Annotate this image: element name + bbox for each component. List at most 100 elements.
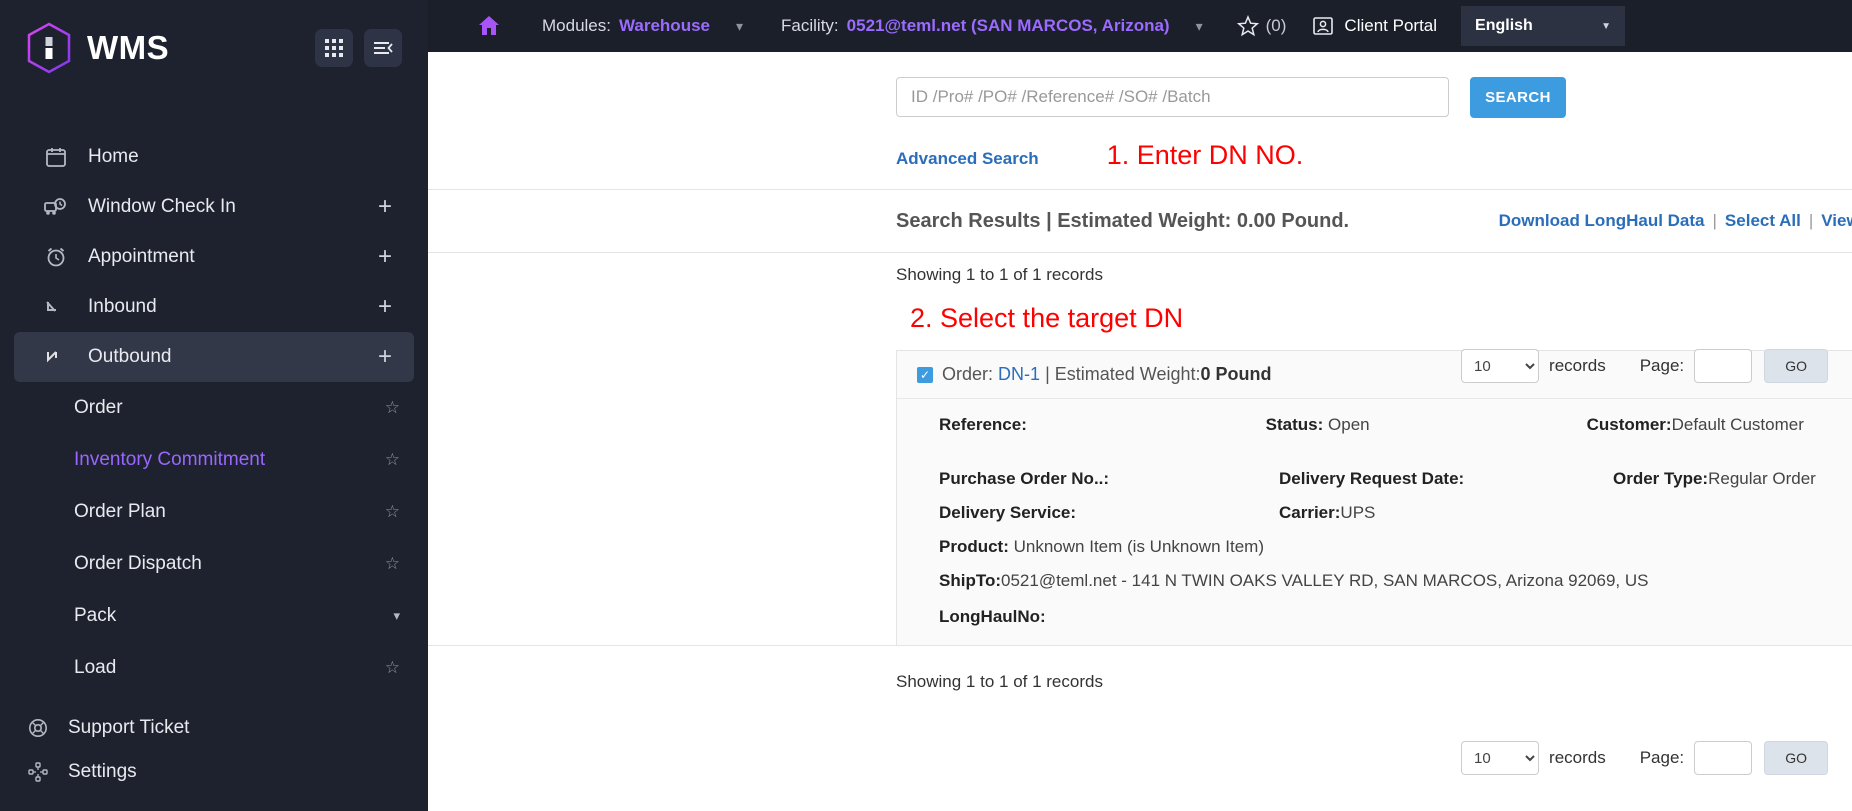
status-value: Open [1328,415,1370,434]
order-number-link[interactable]: DN-1 [998,364,1040,384]
favorite-star-icon[interactable]: ☆ [385,658,400,678]
purchase-order-label: Purchase Order No..: [939,469,1110,488]
sidebar-item-inbound[interactable]: Inbound + [14,282,414,332]
advanced-search-link[interactable]: Advanced Search [896,149,1039,169]
order-summary: Order: DN-1 | Estimated Weight:0 Pound [942,364,1271,385]
order-type-value: Regular Order [1708,469,1816,488]
lifebuoy-icon [24,718,52,738]
results-bar: Search Results | Estimated Weight: 0.00 … [428,190,1852,252]
page-input[interactable] [1694,349,1753,383]
expand-plus-icon[interactable]: + [378,345,392,369]
carrier-label: Carrier: [1279,503,1341,522]
search-input[interactable] [896,77,1449,117]
divider [428,645,1852,646]
page-input[interactable] [1694,741,1753,775]
records-label: records [1549,748,1606,767]
go-button[interactable]: GO [1764,349,1829,383]
settings-nodes-icon [24,762,52,782]
reference-field: Reference: [939,415,1266,455]
shipto-field: ShipTo:0521@teml.net - 141 N TWIN OAKS V… [939,571,1648,591]
sidebar-subitem-load[interactable]: Load ☆ [0,642,428,694]
go-button[interactable]: GO [1764,741,1829,775]
sidebar-item-outbound[interactable]: Outbound + [14,332,414,382]
sidebar-item-label: Support Ticket [68,717,190,738]
collapse-menu-icon[interactable] [364,29,402,67]
sidebar-item-label: Window Check In [88,196,236,217]
sidebar-subitem-order[interactable]: Order ☆ [0,382,428,434]
page-label: Page: [1639,748,1685,767]
sidebar-item-home[interactable]: Home [14,132,414,182]
carrier-field: Carrier:UPS [1279,503,1613,523]
language-value: English [1475,17,1533,34]
sidebar-subitem-pack[interactable]: Pack ▾ [0,590,428,642]
product-value: Unknown Item (is Unknown Item) [1013,537,1264,556]
records-per-page-select[interactable]: 10 [1461,349,1540,383]
favorite-star-icon[interactable]: ☆ [385,398,400,418]
longhaulno-field: LongHaulNo: [939,607,1046,627]
search-row: SEARCH [428,52,1852,118]
expand-plus-icon[interactable]: + [378,195,392,219]
order-detail-row: LongHaulNo: [897,607,1852,627]
language-selector[interactable]: English ▼ [1461,6,1626,46]
view-details-link[interactable]: View Details [1821,211,1852,231]
sidebar-subitem-order-dispatch[interactable]: Order Dispatch ☆ [0,538,428,590]
sidebar-subitem-label: Inventory Commitment [74,449,266,470]
expand-plus-icon[interactable]: + [378,245,392,269]
sidebar-nav: Home Window Check In + Appointment + Inb… [0,132,428,694]
alarm-clock-icon [42,246,70,268]
calendar-icon [42,146,70,168]
sidebar-item-window-check-in[interactable]: Window Check In + [14,182,414,232]
delivery-service-field: Delivery Service: [939,503,1279,523]
brand-title: WMS [87,29,170,66]
delivery-service-label: Delivery Service: [939,503,1077,522]
product-field: Product: Unknown Item (is Unknown Item) [939,537,1264,557]
modules-selector[interactable]: Modules: Warehouse ▾ [542,16,743,36]
status-label: Status: [1265,415,1324,434]
favorite-star-icon[interactable]: ☆ [385,502,400,522]
application-root: WMS Home Window Check In + Appointment +… [0,0,1852,811]
facility-selector[interactable]: Facility: 0521@teml.net (SAN MARCOS, Ari… [781,16,1203,36]
pagination-bottom: 10 records Page: GO « ‹ 1 › » [1461,740,1852,776]
order-checkbox[interactable]: ✓ [917,366,933,383]
results-title: Search Results | Estimated Weight: 0.00 … [896,209,1350,232]
search-button[interactable]: SEARCH [1470,77,1566,118]
annotation-step-2: 2. Select the target DN [910,303,1184,333]
arrow-inbound-icon [42,296,70,318]
sidebar-subitem-inventory-commitment[interactable]: Inventory Commitment ☆ [0,434,428,486]
shipto-label: ShipTo: [939,571,1001,590]
results-actions: Download LongHaul Data | Select All | Vi… [1499,194,1852,248]
download-longhaul-data-link[interactable]: Download LongHaul Data [1499,211,1705,231]
expand-plus-icon[interactable]: + [378,295,392,319]
chevron-down-icon[interactable]: ▾ [1196,18,1203,35]
chevron-down-icon[interactable]: ▾ [393,608,400,624]
longhaulno-label: LongHaulNo: [939,607,1046,626]
chevron-down-icon[interactable]: ▾ [736,18,743,35]
favorite-star-icon [1236,15,1259,37]
sidebar-item-support-ticket[interactable]: Support Ticket [0,706,428,750]
sidebar-item-appointment[interactable]: Appointment + [14,232,414,282]
favorite-star-icon[interactable]: ☆ [385,450,400,470]
customer-label: Customer: [1586,415,1672,434]
facility-value: 0521@teml.net (SAN MARCOS, Arizona) [846,16,1170,35]
records-label: records [1549,356,1606,375]
page-content: SEARCH Advanced Search 1. Enter DN NO. S… [428,52,1852,811]
sidebar-subitem-order-plan[interactable]: Order Plan ☆ [0,486,428,538]
grid-icon[interactable] [315,29,353,67]
order-detail-row: Reference: Status: Open Customer:Default… [897,415,1852,455]
wms-logo-icon [26,22,72,74]
records-per-page-select[interactable]: 10 [1461,741,1540,775]
order-detail-row: ShipTo:0521@teml.net - 141 N TWIN OAKS V… [897,571,1852,591]
annotation-step-1: 1. Enter DN NO. [1106,140,1304,170]
favorite-star-icon[interactable]: ☆ [385,554,400,574]
order-prefix-label: Order: [942,364,994,384]
order-card: ✓ Order: DN-1 | Estimated Weight:0 Pound… [896,350,1852,645]
sidebar-header: WMS [0,0,428,96]
select-all-link[interactable]: Select All [1725,211,1801,231]
favorites-indicator[interactable]: (0) [1236,15,1286,37]
client-portal-label: Client Portal [1344,16,1438,35]
sidebar-header-buttons [315,29,402,67]
sidebar-item-settings[interactable]: Settings [0,750,428,794]
client-portal-link[interactable]: Client Portal [1312,15,1437,37]
home-icon[interactable] [476,13,502,39]
status-field: Status: Open [1266,415,1587,455]
